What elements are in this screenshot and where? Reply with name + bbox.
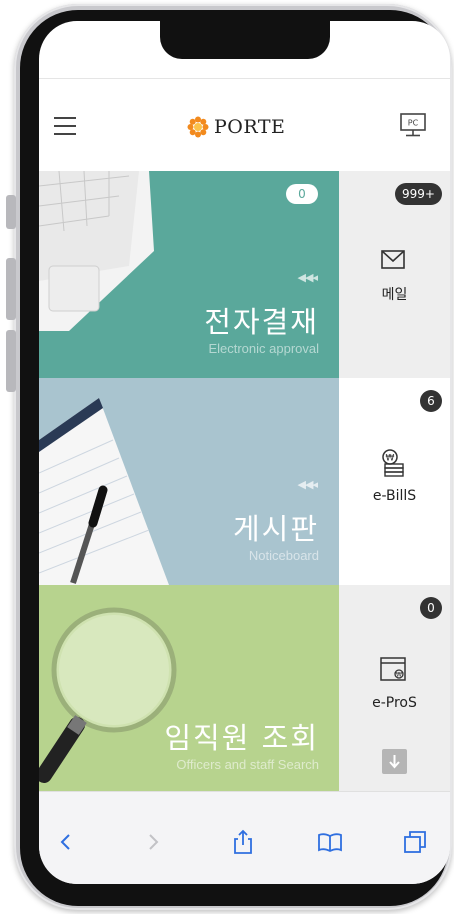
pc-label: PC bbox=[408, 119, 419, 128]
approval-count-badge: 0 bbox=[286, 184, 318, 204]
pc-view-button[interactable]: PC bbox=[399, 111, 427, 139]
tile-subtitle: Electronic approval bbox=[208, 341, 319, 356]
bookmarks-button[interactable] bbox=[316, 828, 344, 856]
tabs-button[interactable] bbox=[401, 828, 429, 856]
mail-count-badge: 999+ bbox=[395, 183, 442, 205]
porte-logo: PORTE bbox=[187, 115, 285, 139]
notepad-illustration bbox=[39, 398, 169, 585]
tile-subtitle: Officers and staff Search bbox=[176, 757, 319, 772]
epros-count-badge: 0 bbox=[420, 597, 442, 619]
tabs-icon bbox=[404, 831, 426, 853]
bookmarks-icon bbox=[318, 833, 342, 853]
tile-subtitle: Noticeboard bbox=[248, 548, 319, 563]
scroll-down-button[interactable] bbox=[382, 749, 407, 774]
side-mail[interactable]: 999+ 메일 bbox=[339, 171, 450, 378]
magnifier-illustration bbox=[39, 607, 177, 783]
flower-logo-icon bbox=[187, 116, 209, 138]
tile-title: 임직원 조회 bbox=[164, 721, 319, 755]
svg-text:₩: ₩ bbox=[396, 672, 402, 679]
laptop-illustration bbox=[39, 171, 154, 331]
app-header: PORTE PC bbox=[39, 81, 450, 171]
tile-title: 게시판 bbox=[232, 512, 319, 546]
status-divider bbox=[39, 78, 450, 79]
mail-icon bbox=[381, 250, 405, 269]
volume-up-button bbox=[6, 258, 16, 320]
notch bbox=[160, 21, 330, 59]
volume-down-button bbox=[6, 330, 16, 392]
back-button[interactable] bbox=[52, 828, 80, 856]
arrow-down-icon bbox=[389, 755, 400, 769]
browser-toolbar bbox=[39, 791, 450, 884]
tile-electronic-approval[interactable]: 0 ◀◀◂ 전자결재 Electronic approval bbox=[39, 171, 339, 378]
share-icon bbox=[234, 829, 252, 854]
monitor-icon: PC bbox=[400, 113, 426, 137]
rewind-arrows-icon: ◀◀◂ bbox=[297, 271, 318, 284]
main-content: 0 ◀◀◂ 전자결재 Electronic approval 999+ 메일 ◀… bbox=[39, 171, 450, 792]
phone-screen: PORTE PC 0 ◀◀◂ 전자결재 Electronic approval … bbox=[39, 21, 450, 884]
tile-noticeboard[interactable]: ◀◀◂ 게시판 Noticeboard bbox=[39, 378, 339, 585]
pro-window-icon: ₩ bbox=[380, 657, 406, 681]
side-label: e-BillS bbox=[372, 488, 417, 504]
tile-title: 전자결재 bbox=[204, 305, 319, 339]
mute-switch bbox=[6, 195, 16, 229]
rewind-arrows-icon: ◀◀◂ bbox=[297, 478, 318, 491]
brand-name: PORTE bbox=[214, 116, 286, 138]
side-label: 메일 bbox=[381, 287, 408, 303]
forward-icon bbox=[149, 834, 159, 850]
coins-icon: ₩ bbox=[382, 449, 404, 477]
forward-button[interactable] bbox=[139, 828, 167, 856]
side-label: e-ProS bbox=[372, 695, 417, 711]
side-epros[interactable]: 0 ₩ e-ProS bbox=[339, 585, 450, 792]
hamburger-icon[interactable] bbox=[54, 117, 76, 137]
share-button[interactable] bbox=[229, 828, 257, 856]
side-ebills[interactable]: 6 ₩ e-BillS bbox=[339, 378, 450, 585]
back-icon bbox=[60, 834, 70, 850]
tile-staff-search[interactable]: 임직원 조회 Officers and staff Search bbox=[39, 585, 339, 792]
svg-text:₩: ₩ bbox=[386, 454, 395, 464]
ebills-count-badge: 6 bbox=[420, 390, 442, 412]
